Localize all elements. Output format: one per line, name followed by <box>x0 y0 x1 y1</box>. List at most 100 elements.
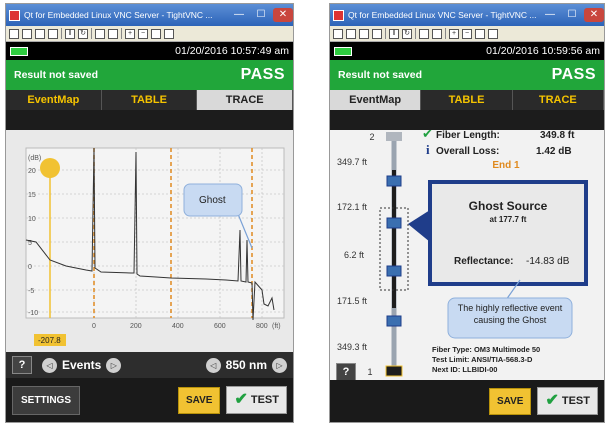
datetime: 01/20/2016 10:59:56 am <box>486 45 600 57</box>
tab-table[interactable]: TABLE <box>421 90 513 110</box>
end-label: End 1 <box>492 160 520 171</box>
close-icon[interactable]: ✕ <box>584 8 604 22</box>
distance-label: 171.5 ft <box>337 296 368 306</box>
top-marker-label: 2 <box>369 132 374 142</box>
reflectance-label: Reflectance: <box>454 256 513 267</box>
refresh-icon[interactable]: ↻ <box>402 28 412 39</box>
window-titlebar: Qt for Embedded Linux VNC Server - Tight… <box>330 4 604 26</box>
pause-icon[interactable]: ‖ <box>65 28 75 39</box>
settings-button[interactable]: SETTINGS <box>12 385 81 415</box>
vnc-app-icon <box>333 9 344 21</box>
battery-icon <box>334 46 352 56</box>
cursor-value: -207.8 <box>38 336 61 345</box>
pass-check-icon: ✔ <box>422 130 433 142</box>
reflectance-value: -14.83 dB <box>526 256 570 267</box>
next-event-button[interactable]: ▷ <box>106 357 122 373</box>
footer-bar: SAVE ✔ TEST <box>330 380 604 422</box>
y-tick-label: 20 <box>28 168 36 175</box>
paste-icon[interactable] <box>372 28 382 39</box>
zoom-in-icon[interactable]: + <box>449 28 459 39</box>
zoom-out-icon[interactable]: − <box>138 28 148 39</box>
device-status-bar: 01/20/2016 10:57:49 am <box>6 42 293 60</box>
fiber-length-label: Fiber Length: <box>436 130 500 141</box>
y-tick-label: 10 <box>28 216 36 223</box>
ctrl-alt-del-icon[interactable] <box>432 28 442 39</box>
help-button[interactable]: ? <box>12 356 32 374</box>
event-subtitle: at 177.7 ft <box>490 215 527 224</box>
x-tick-label: 800 <box>256 323 268 330</box>
right-device-window: Qt for Embedded Linux VNC Server - Tight… <box>329 3 605 423</box>
save-icon[interactable] <box>22 28 32 39</box>
overall-loss-label: Overall Loss: <box>436 146 499 157</box>
pause-icon[interactable]: ‖ <box>389 28 399 39</box>
help-button[interactable]: ? <box>336 363 356 381</box>
vnc-toolbar: ‖ ↻ + − <box>6 26 293 42</box>
close-icon[interactable]: ✕ <box>273 8 293 22</box>
minimize-icon[interactable]: — <box>229 8 249 22</box>
result-bar: Result not saved PASS <box>330 60 604 90</box>
zoom-fit-icon[interactable] <box>475 28 485 39</box>
distance-label: 349.7 ft <box>337 157 368 167</box>
checkmark-icon: ✔ <box>545 392 559 409</box>
ctrl-alt-del-icon[interactable] <box>108 28 118 39</box>
refresh-icon[interactable]: ↻ <box>78 28 88 39</box>
paste-icon[interactable] <box>48 28 58 39</box>
bottom-marker-label: 1 <box>367 367 372 377</box>
view-tabs: EventMap TABLE TRACE <box>330 90 604 110</box>
x-tick-label: 0 <box>92 323 96 330</box>
new-icon[interactable] <box>333 28 343 39</box>
maximize-icon[interactable]: ☐ <box>251 8 271 22</box>
fullscreen-icon[interactable] <box>164 28 174 39</box>
prev-event-button[interactable]: ◁ <box>42 357 57 373</box>
save-button[interactable]: SAVE <box>177 386 221 414</box>
zoom-out-icon[interactable]: − <box>462 28 472 39</box>
x-tick-label: 200 <box>130 323 142 330</box>
test-button[interactable]: ✔ TEST <box>226 386 287 414</box>
test-button-label: TEST <box>561 395 590 407</box>
distance-labels: 2 349.7 ft 172.1 ft 6.2 ft 171.5 ft 349.… <box>337 132 375 377</box>
datetime: 01/20/2016 10:57:49 am <box>175 45 289 57</box>
info-icon[interactable]: i <box>426 142 430 157</box>
next-wavelength-button[interactable]: ▷ <box>272 357 287 373</box>
options-icon[interactable] <box>95 28 105 39</box>
tab-trace[interactable]: TRACE <box>512 90 604 110</box>
y-tick-label: 0 <box>28 264 32 271</box>
prev-wavelength-button[interactable]: ◁ <box>205 357 221 373</box>
copy-icon[interactable] <box>359 28 369 39</box>
tab-eventmap[interactable]: EventMap <box>330 90 422 110</box>
left-device-window: Qt for Embedded Linux VNC Server - Tight… <box>5 3 294 423</box>
minimize-icon[interactable]: — <box>540 8 560 22</box>
window-title: Qt for Embedded Linux VNC Server - Tight… <box>348 10 537 20</box>
zoom-in-icon[interactable]: + <box>125 28 135 39</box>
end-marker-top <box>386 132 402 141</box>
new-icon[interactable] <box>9 28 19 39</box>
test-button[interactable]: ✔ TEST <box>537 387 598 415</box>
save-button[interactable]: SAVE <box>488 387 532 415</box>
fullscreen-icon[interactable] <box>488 28 498 39</box>
view-tabs: EventMap TABLE TRACE <box>6 90 293 110</box>
cursor-handle[interactable] <box>40 158 60 178</box>
options-icon[interactable] <box>419 28 429 39</box>
maximize-icon[interactable]: ☐ <box>562 8 582 22</box>
save-icon[interactable] <box>346 28 356 39</box>
wavelength-label: 850 nm <box>225 358 267 372</box>
ghost-callout-text: Ghost <box>199 195 226 206</box>
connector-marker <box>386 265 402 277</box>
checkmark-icon: ✔ <box>234 391 248 408</box>
fiber-type: Fiber Type: OM3 Multimode 50 <box>432 345 540 354</box>
end-marker-bottom[interactable] <box>385 365 403 377</box>
vnc-toolbar: ‖ ↻ + − <box>330 26 604 42</box>
events-label: Events <box>62 358 102 372</box>
toolbar-divider <box>121 28 122 39</box>
tab-trace[interactable]: TRACE <box>197 90 293 110</box>
x-tick-labels: 0 200 400 600 800 (ft) <box>92 323 281 330</box>
tab-table[interactable]: TABLE <box>101 90 198 110</box>
tab-eventmap[interactable]: EventMap <box>6 90 102 110</box>
x-tick-label: 600 <box>214 323 226 330</box>
distance-label: 6.2 ft <box>344 250 365 260</box>
eventmap-diagram: 2 349.7 ft 172.1 ft 6.2 ft 171.5 ft 349.… <box>337 127 588 377</box>
otdr-trace-chart[interactable]: (dB) 20 15 10 5 0 -5 -10 0 200 400 600 8… <box>6 130 293 352</box>
test-limit: Test Limit: ANSI/TIA-568.3-D <box>432 355 533 364</box>
copy-icon[interactable] <box>35 28 45 39</box>
zoom-fit-icon[interactable] <box>151 28 161 39</box>
